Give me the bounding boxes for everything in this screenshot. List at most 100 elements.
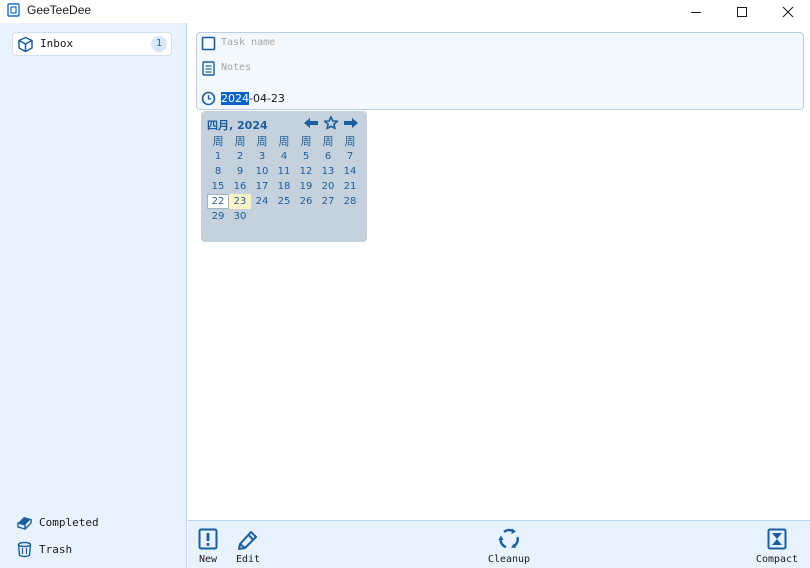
weekday-header-row: 周 周 周 周 周 周 周 [207,134,363,149]
weekday-header: 周 [256,135,268,148]
calendar-day[interactable]: 9 [229,164,251,179]
trash-icon [17,541,32,558]
box-icon [18,36,33,53]
weekday-header: 周 [278,135,290,148]
notes-placeholder: Notes [221,62,252,73]
completed-icon [17,517,32,530]
close-button[interactable] [765,0,810,23]
new-button-label: New [198,554,218,565]
notes-icon [202,61,215,76]
calendar-day-empty [295,209,317,224]
calendar-day[interactable]: 16 [229,179,251,194]
title-bar: GeeTeeDee [0,0,810,23]
calendar-day[interactable]: 29 [207,209,229,224]
calendar-day[interactable]: 12 [295,164,317,179]
calendar-day[interactable]: 26 [295,194,317,209]
calendar-day[interactable]: 25 [273,194,295,209]
previous-month-icon[interactable] [303,116,319,130]
weekday-header: 周 [300,135,312,148]
weekday-header: 周 [322,135,334,148]
calendar-week: 15 16 17 18 19 20 21 [207,179,363,194]
date-picker-popup: 四月, 2024 周 周 周 周 周 周 周 1 2 3 4 5 6 7 8 9 [201,111,367,242]
calendar-day-selected[interactable]: 22 [207,194,229,209]
calendar-day[interactable]: 13 [317,164,339,179]
maximize-icon [737,6,747,17]
due-date-input[interactable]: 2024-04-23 [221,92,285,105]
close-icon [782,6,794,17]
calendar-grid: 周 周 周 周 周 周 周 1 2 3 4 5 6 7 8 9 10 11 12… [207,134,363,224]
task-name-placeholder: Task name [221,37,276,48]
calendar-day[interactable]: 2 [229,149,251,164]
calendar-week: 29 30 [207,209,363,224]
app-title: GeeTeeDee [27,3,92,17]
edit-pencil-icon [238,531,257,550]
sidebar-item-completed[interactable]: Completed [16,513,166,533]
new-button[interactable]: New [196,528,220,568]
minimize-icon [691,11,701,13]
calendar-day[interactable]: 5 [295,149,317,164]
date-rest: -04-23 [249,92,285,105]
minimize-button[interactable] [673,0,719,23]
calendar-day[interactable]: 19 [295,179,317,194]
calendar-day-today[interactable]: 23 [229,194,251,209]
cleanup-button[interactable]: Cleanup [486,528,532,568]
main-panel: Task name Notes 2024-04-23 [188,23,810,520]
calendar-day[interactable]: 6 [317,149,339,164]
sidebar-item-label: Trash [39,543,73,556]
calendar-day-empty [273,209,295,224]
compact-icon [767,528,787,550]
sidebar-item-label: Inbox [40,37,74,50]
calendar-week: 8 9 10 11 12 13 14 [207,164,363,179]
calendar-day[interactable]: 27 [317,194,339,209]
calendar-day[interactable]: 15 [207,179,229,194]
app-logo-icon [7,3,20,17]
recycle-icon [498,528,519,549]
sidebar-item-inbox[interactable]: Inbox 1 [12,32,172,56]
calendar-day[interactable]: 11 [273,164,295,179]
sidebar-item-trash[interactable]: Trash [16,540,166,560]
calendar-day[interactable]: 20 [317,179,339,194]
calendar-day[interactable]: 30 [229,209,251,224]
edit-button[interactable]: Edit [234,528,262,568]
calendar-day[interactable]: 10 [251,164,273,179]
checkbox-icon[interactable] [201,36,216,51]
calendar-day-empty [317,209,339,224]
calendar-day[interactable]: 21 [339,179,361,194]
bottom-toolbar: New Edit Cleanup Compact [188,520,810,568]
calendar-day[interactable]: 17 [251,179,273,194]
maximize-button[interactable] [719,0,765,23]
clock-icon [201,91,216,106]
calendar-day-empty [339,209,361,224]
task-name-field[interactable]: Task name [201,35,791,53]
today-star-icon[interactable] [323,116,339,130]
calendar-month-title: 四月, 2024 [207,119,268,132]
new-task-form: Task name Notes 2024-04-23 [196,32,804,110]
weekday-header: 周 [234,135,246,148]
calendar-day[interactable]: 8 [207,164,229,179]
compact-button-label: Compact [755,554,799,565]
calendar-day[interactable]: 7 [339,149,361,164]
calendar-day[interactable]: 28 [339,194,361,209]
calendar-week: 1 2 3 4 5 6 7 [207,149,363,164]
cleanup-button-label: Cleanup [487,554,531,565]
sidebar: Inbox 1 Completed Trash [0,23,187,568]
sidebar-item-label: Completed [39,516,99,529]
calendar-day[interactable]: 24 [251,194,273,209]
new-task-icon [198,528,218,550]
calendar-week: 22 23 24 25 26 27 28 [207,194,363,209]
inbox-count-badge: 1 [151,36,167,52]
calendar-day[interactable]: 4 [273,149,295,164]
edit-button-label: Edit [235,554,261,565]
notes-field[interactable]: Notes [201,60,791,78]
due-date-field[interactable]: 2024-04-23 [201,90,791,108]
weekday-header: 周 [344,135,356,148]
calendar-day[interactable]: 3 [251,149,273,164]
calendar-day[interactable]: 18 [273,179,295,194]
calendar-day[interactable]: 14 [339,164,361,179]
date-year-selection: 2024 [221,92,249,105]
next-month-icon[interactable] [343,116,359,130]
calendar-day-empty [251,209,273,224]
calendar-day[interactable]: 1 [207,149,229,164]
compact-button[interactable]: Compact [754,528,800,568]
weekday-header: 周 [212,135,224,148]
